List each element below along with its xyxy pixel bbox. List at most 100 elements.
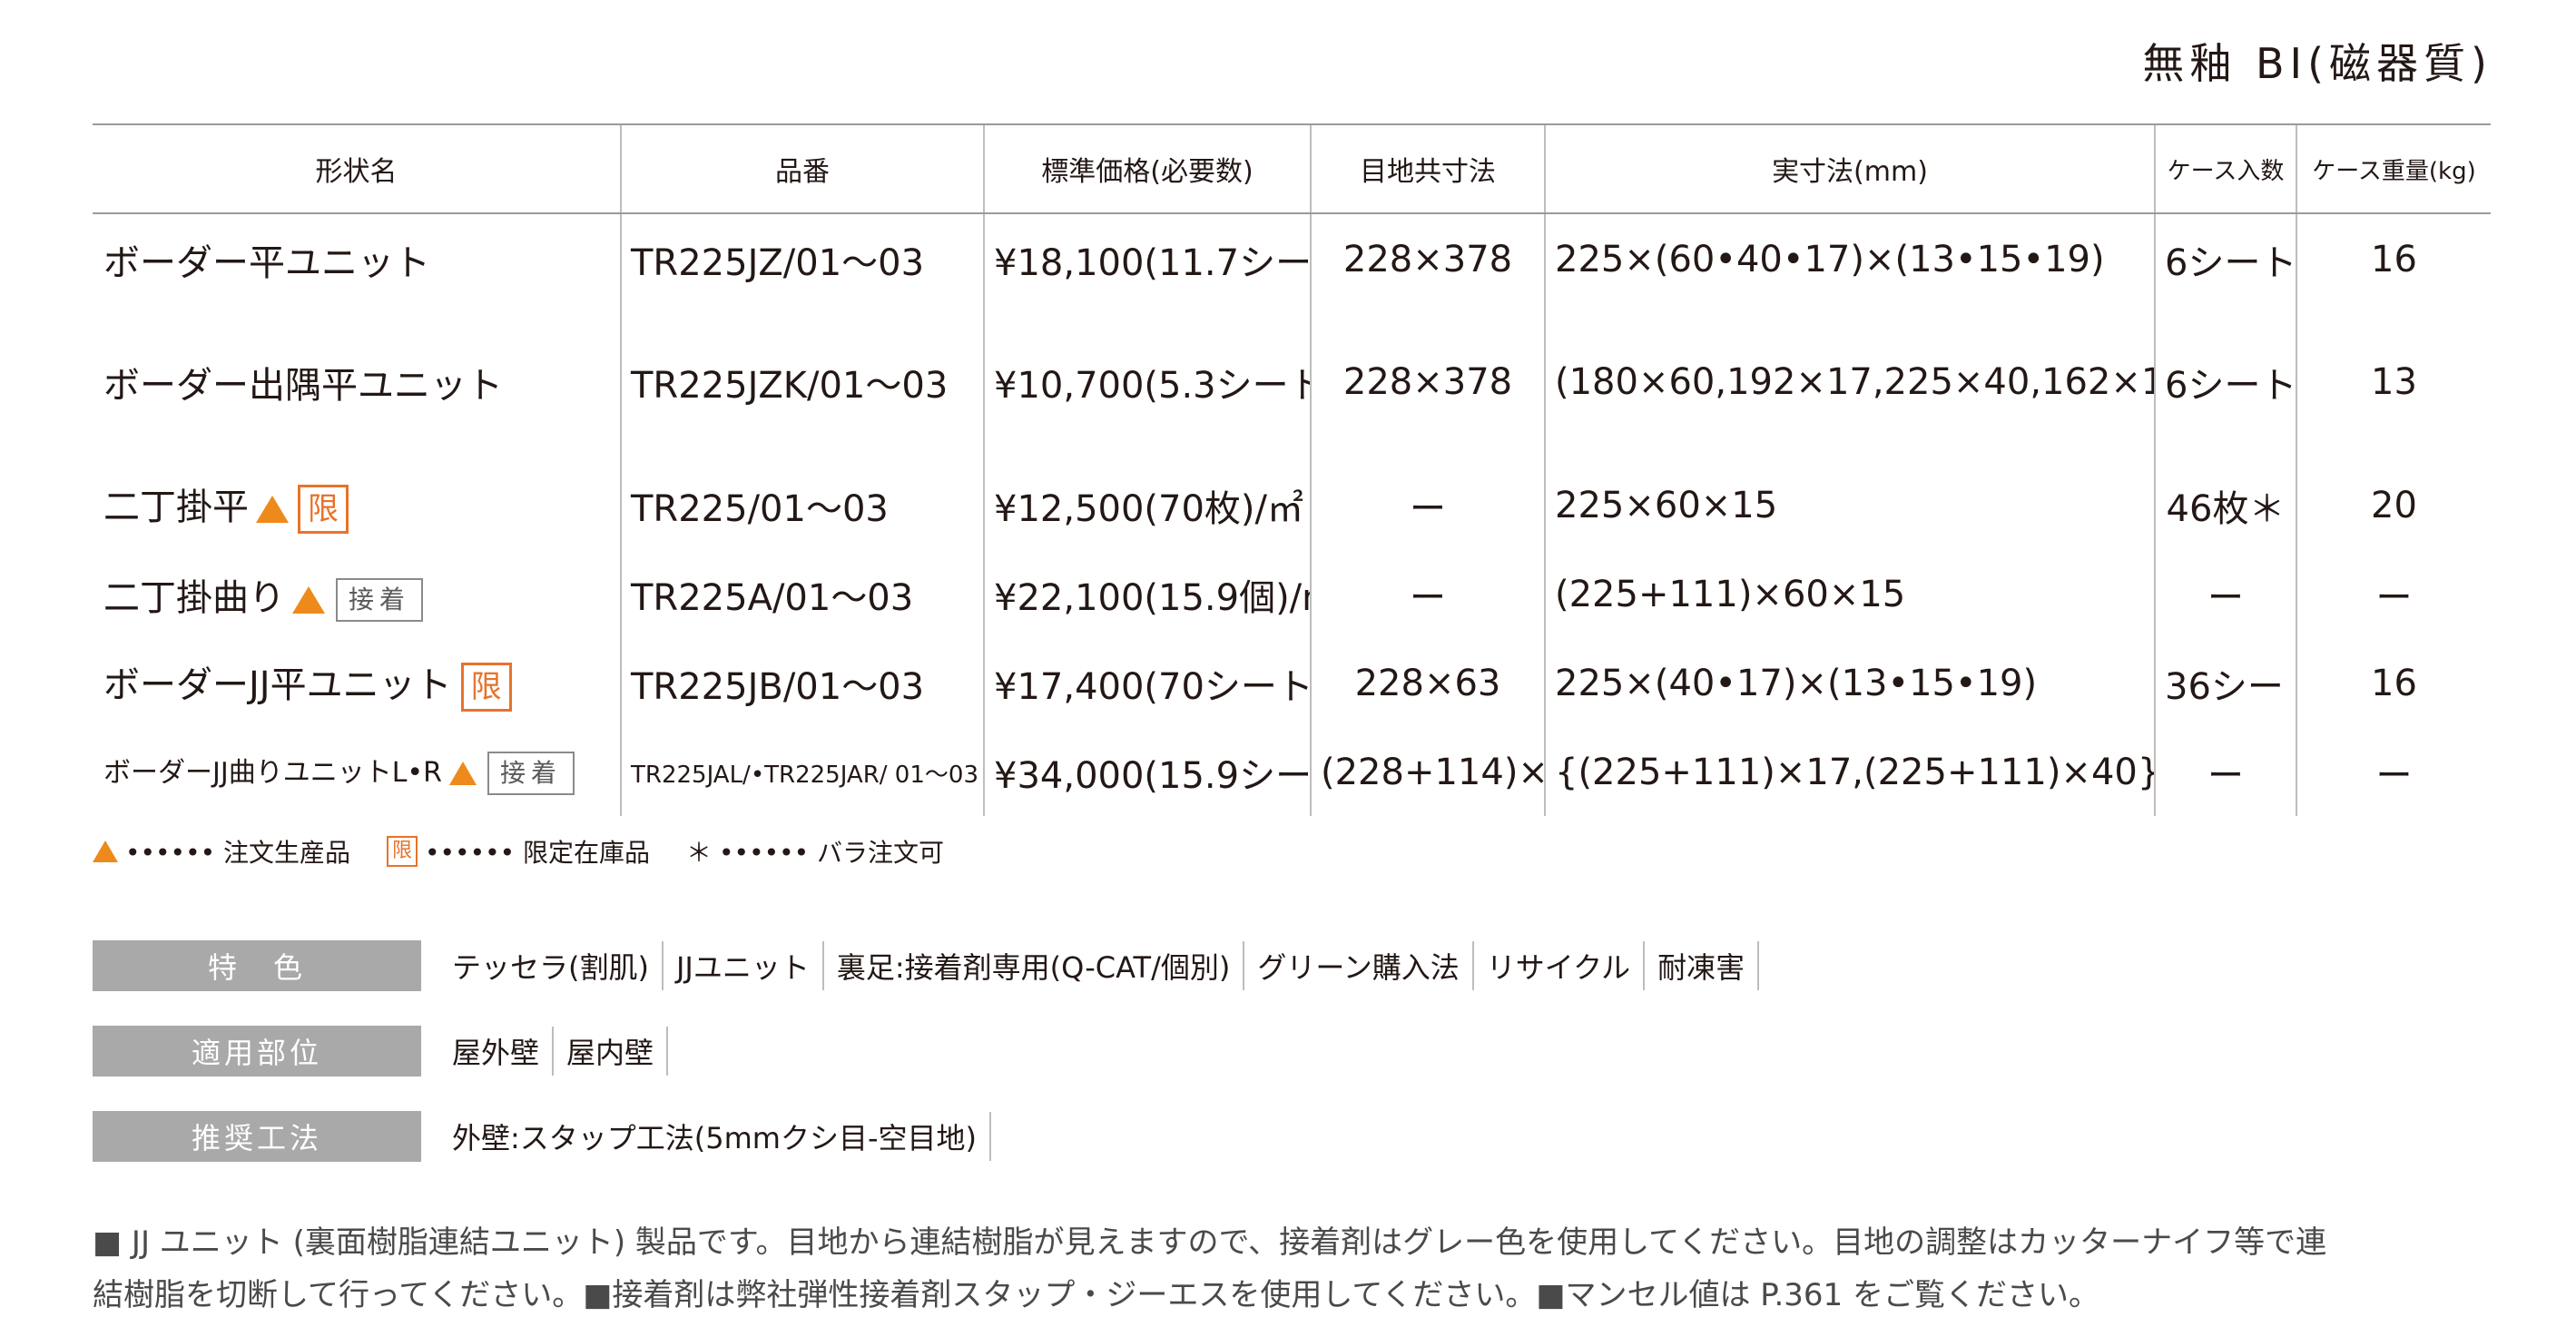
header-case-qty: ケース入数 xyxy=(2154,123,2296,214)
row-code: TR225JZK/01〜03 xyxy=(620,304,984,460)
property-value: JJユニット xyxy=(664,941,824,990)
property-label: 推奨工法 xyxy=(93,1111,421,1162)
limited-badge: 限 xyxy=(460,663,512,712)
table-row: 二丁掛曲り 接着 TR225A/01〜03 ¥22,100(15.9個)/m ー … xyxy=(93,551,2491,638)
header-product-code: 品番 xyxy=(620,123,984,214)
row-case-weight: ー xyxy=(2296,729,2491,816)
property-values: 外壁:スタップ工法(5mmクシ目-空目地) xyxy=(439,1112,992,1161)
row-name-text: ボーダーJJ曲りユニットL•R xyxy=(103,756,442,789)
header-shape-name: 形状名 xyxy=(93,123,621,214)
limited-badge: 限 xyxy=(298,485,349,534)
row-code: TR225/01〜03 xyxy=(620,460,984,551)
legend-limited: 限 •••••• 限定在庫品 xyxy=(387,833,650,870)
row-case-weight: ー xyxy=(2296,551,2491,638)
property-value: テッセラ(割肌) xyxy=(439,941,664,990)
row-code: TR225JZ/01〜03 xyxy=(620,213,984,304)
row-name: ボーダー平ユニット xyxy=(93,213,621,304)
header-actual-size: 実寸法(mm) xyxy=(1544,123,2155,214)
property-row-application: 適用部位 屋外壁 屋内壁 xyxy=(93,1026,669,1076)
property-row-method: 推奨工法 外壁:スタップ工法(5mmクシ目-空目地) xyxy=(93,1111,992,1162)
legend-bulk-text: •••••• バラ注文可 xyxy=(719,838,945,868)
header-price: 標準価格(必要数) xyxy=(983,123,1311,214)
property-value: リサイクル xyxy=(1474,941,1646,990)
legend-order-text: •••••• 注文生産品 xyxy=(125,838,350,868)
row-price: ¥17,400(70シート)/㎡ xyxy=(983,638,1311,729)
row-joint: ー xyxy=(1310,460,1545,551)
row-price: ¥18,100(11.7シート)/㎡ xyxy=(983,213,1311,304)
row-case-weight: 13 xyxy=(2296,304,2491,460)
row-price: ¥22,100(15.9個)/m xyxy=(983,551,1311,638)
row-joint: 228×378 xyxy=(1310,304,1545,460)
header-case-weight: ケース重量(kg) xyxy=(2296,123,2491,214)
legend-bulk: ＊ •••••• バラ注文可 xyxy=(686,833,944,870)
row-case-qty: 6シート＊ xyxy=(2154,304,2296,460)
property-label: 適用部位 xyxy=(93,1026,421,1076)
row-name: 二丁掛曲り 接着 xyxy=(93,551,621,638)
property-value: 外壁:スタップ工法(5mmクシ目-空目地) xyxy=(439,1112,992,1161)
row-name: ボーダーJJ平ユニット限 xyxy=(93,638,621,729)
header-joint-size: 目地共寸法 xyxy=(1310,123,1545,214)
row-joint: 228×63 xyxy=(1310,638,1545,729)
property-values: テッセラ(割肌) JJユニット 裏足:接着剤専用(Q-CAT/個別) グリーン購… xyxy=(439,941,1760,990)
limited-badge: 限 xyxy=(387,836,418,867)
row-code: TR225JAL/•TR225JAR/ 01〜03 xyxy=(620,729,984,816)
row-name: 二丁掛平 限 xyxy=(93,460,621,551)
row-actual: 225×(60•40•17)×(13•15•19) xyxy=(1544,213,2155,304)
row-code: TR225A/01〜03 xyxy=(620,551,984,638)
table-row: ボーダー平ユニット TR225JZ/01〜03 ¥18,100(11.7シート)… xyxy=(93,213,2491,304)
property-values: 屋外壁 屋内壁 xyxy=(439,1027,669,1076)
row-actual: {(225+111)×17,(225+111)×40}×(13•15•19) xyxy=(1544,729,2155,816)
row-code: TR225JB/01〜03 xyxy=(620,638,984,729)
property-value: 裏足:接着剤専用(Q-CAT/個別) xyxy=(824,941,1245,990)
table-row: ボーダーJJ曲りユニットL•R 接着 TR225JAL/•TR225JAR/ 01… xyxy=(93,729,2491,816)
note-line: ■ JJ ユニット (裏面樹脂連結ユニット) 製品です。目地から連結樹脂が見えま… xyxy=(93,1224,2327,1261)
property-row-features: 特 色 テッセラ(割肌) JJユニット 裏足:接着剤専用(Q-CAT/個別) グ… xyxy=(93,940,1760,991)
row-case-qty: ー xyxy=(2154,729,2296,816)
order-triangle-icon xyxy=(93,840,118,862)
row-name-text: 二丁掛平 xyxy=(103,487,249,528)
property-value: 屋内壁 xyxy=(554,1027,669,1076)
property-value: 耐凍害 xyxy=(1645,941,1760,990)
order-triangle-icon xyxy=(448,762,477,786)
notes: ■ JJ ユニット (裏面樹脂連結ユニット) 製品です。目地から連結樹脂が見えま… xyxy=(93,1216,2498,1322)
row-name-text: 二丁掛曲り xyxy=(103,576,285,619)
row-case-weight: 16 xyxy=(2296,638,2491,729)
row-price: ¥12,500(70枚)/㎡ xyxy=(983,460,1311,551)
row-case-qty: ー xyxy=(2154,551,2296,638)
spec-table: 形状名 品番 標準価格(必要数) 目地共寸法 実寸法(mm) ケース入数 ケース… xyxy=(93,123,2491,816)
table-header-row: 形状名 品番 標準価格(必要数) 目地共寸法 実寸法(mm) ケース入数 ケース… xyxy=(93,123,2491,214)
property-value: グリーン購入法 xyxy=(1244,941,1474,990)
row-case-qty: 36シート＊ xyxy=(2154,638,2296,729)
legend-limited-text: •••••• 限定在庫品 xyxy=(425,838,651,868)
bulk-asterisk-icon: ＊ xyxy=(686,838,713,868)
legend-order: •••••• 注文生産品 xyxy=(93,833,350,870)
row-actual: (225+111)×60×15 xyxy=(1544,551,2155,638)
row-joint: 228×378 xyxy=(1310,213,1545,304)
row-actual: (180×60,192×17,225×40,162×17,165×40,207×… xyxy=(1544,304,2155,460)
legend: •••••• 注文生産品 限 •••••• 限定在庫品 ＊ •••••• バラ注… xyxy=(93,833,968,870)
row-actual: 225×(40•17)×(13•15•19) xyxy=(1544,638,2155,729)
row-price: ¥10,700(5.3シート)/m xyxy=(983,304,1311,460)
property-value: 屋外壁 xyxy=(439,1027,555,1076)
row-name: ボーダーJJ曲りユニットL•R 接着 xyxy=(93,729,621,816)
row-case-weight: 20 xyxy=(2296,460,2491,551)
adhesive-badge: 接着 xyxy=(487,752,575,796)
table-row: 二丁掛平 限 TR225/01〜03 ¥12,500(70枚)/㎡ ー 225×6… xyxy=(93,460,2491,551)
row-actual: 225×60×15 xyxy=(1544,460,2155,551)
property-label: 特 色 xyxy=(93,940,421,991)
row-name-text: ボーダー平ユニット xyxy=(103,241,430,284)
table-row: ボーダーJJ平ユニット限 TR225JB/01〜03 ¥17,400(70シート… xyxy=(93,638,2491,729)
row-case-qty: 46枚＊ xyxy=(2154,460,2296,551)
adhesive-badge: 接着 xyxy=(336,577,424,622)
row-name: ボーダー出隅平ユニット xyxy=(93,304,621,460)
row-joint: ー xyxy=(1310,551,1545,638)
order-triangle-icon xyxy=(256,496,289,523)
row-joint: (228+114)×63 xyxy=(1310,729,1545,816)
row-name-text: ボーダーJJ平ユニット xyxy=(103,664,452,706)
row-name-text: ボーダー出隅平ユニット xyxy=(103,365,503,407)
row-price: ¥34,000(15.9シート)/m xyxy=(983,729,1311,816)
note-line: 結樹脂を切断して行ってください。■接着剤は弊社弾性接着剤スタップ・ジーエスを使用… xyxy=(93,1277,2099,1313)
table-row: ボーダー出隅平ユニット TR225JZK/01〜03 ¥10,700(5.3シー… xyxy=(93,304,2491,460)
row-case-weight: 16 xyxy=(2296,213,2491,304)
page-title: 無釉 BI(磁器質) xyxy=(2142,39,2492,88)
